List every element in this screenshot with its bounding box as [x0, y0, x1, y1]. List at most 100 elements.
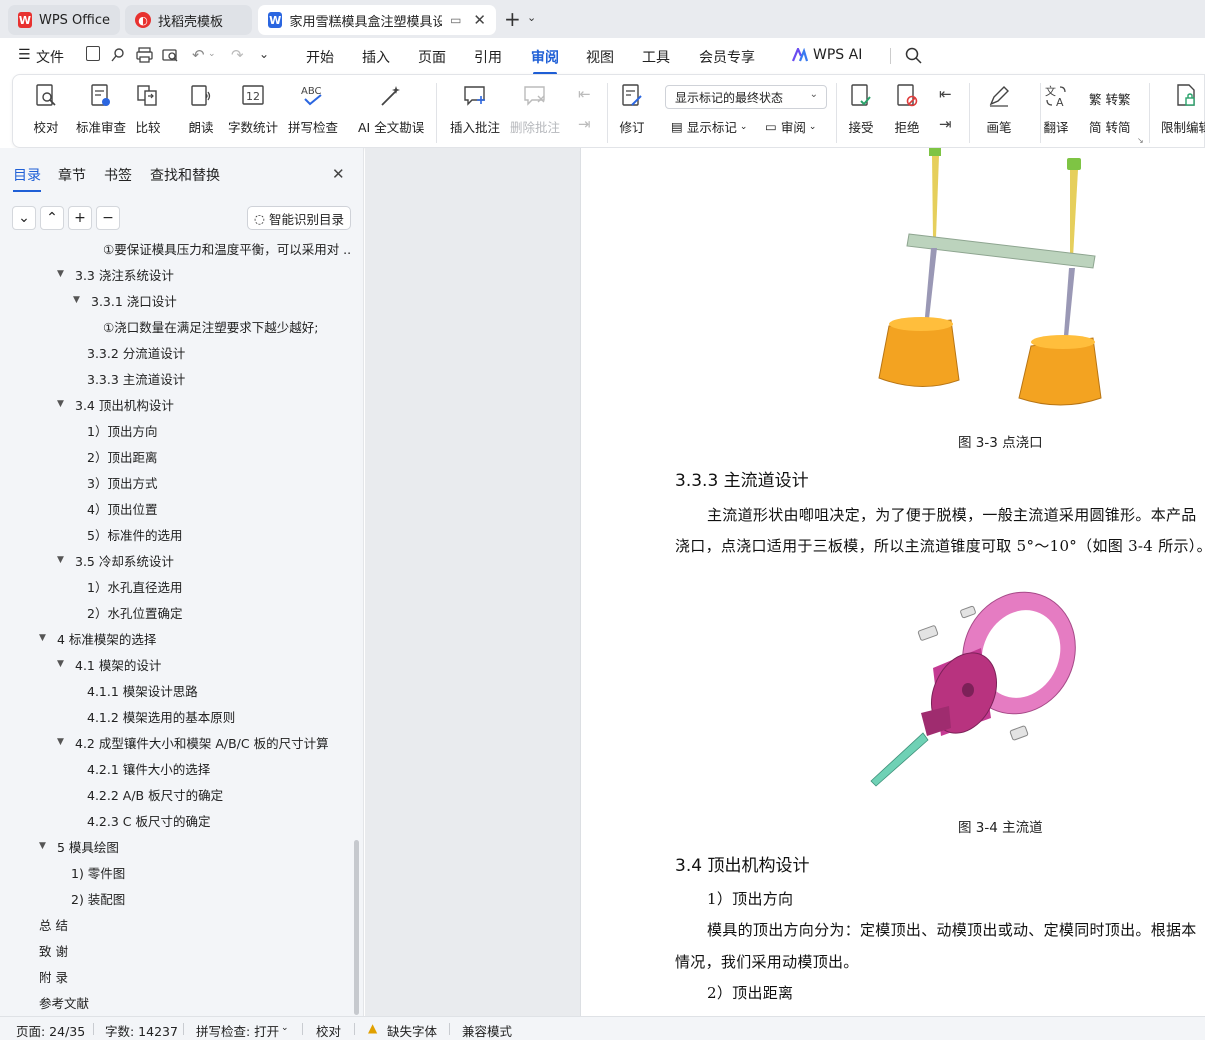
proofread-button[interactable]: 校对	[33, 83, 59, 136]
to-traditional-button[interactable]: 繁 转繁	[1089, 89, 1131, 108]
collapse-triangle-icon[interactable]: ▼	[57, 399, 67, 409]
toc-item[interactable]: 2) 装配图	[71, 885, 125, 911]
next-change-icon[interactable]: ⇥	[939, 115, 952, 133]
monitor-icon[interactable]: ▭	[450, 13, 461, 27]
nav-tab-bookmark[interactable]: 书签	[104, 165, 132, 185]
word-count-button[interactable]: 12 字数统计	[228, 83, 278, 136]
toc-item[interactable]: 总 结	[39, 911, 68, 937]
new-tab-icon[interactable]: +	[504, 7, 521, 31]
save-icon[interactable]	[86, 46, 100, 61]
smart-toc-button[interactable]: ◌ 智能识别目录	[247, 206, 351, 230]
prev-change-icon[interactable]: ⇤	[939, 85, 952, 103]
pen-button[interactable]: 画笔	[986, 83, 1012, 136]
revise-button[interactable]: 修订	[619, 83, 645, 136]
nav-tab-chapter[interactable]: 章节	[58, 165, 86, 185]
spell-check-button[interactable]: ABC 拼写检查	[288, 83, 338, 136]
proofread-status[interactable]: 校对	[316, 1021, 341, 1040]
toc-item[interactable]: 1) 零件图	[71, 859, 125, 885]
ai-proof-button[interactable]: AI 全文勘误	[358, 83, 424, 136]
accept-button[interactable]: 接受	[848, 83, 874, 136]
page-indicator[interactable]: 页面: 24/35	[16, 1021, 85, 1040]
search-icon[interactable]	[905, 47, 922, 64]
toc-item[interactable]: 4.2.2 A/B 板尺寸的确定	[87, 781, 223, 807]
toc-item[interactable]: 4.2.1 镶件大小的选择	[87, 755, 210, 781]
toc-item[interactable]: ①要保证模具压力和温度平衡，可以采用对 ...	[103, 236, 350, 261]
nav-tab-find-replace[interactable]: 查找和替换	[150, 165, 220, 185]
toc-item[interactable]: 5）标准件的选用	[87, 521, 182, 547]
toc-item[interactable]: 3.3.3 主流道设计	[87, 365, 185, 391]
chevron-down-icon[interactable]: ⌄	[281, 1023, 289, 1033]
read-aloud-button[interactable]: 朗读	[188, 83, 214, 136]
toc-item[interactable]: ▼ 4 标准模架的选择	[39, 625, 156, 651]
toc-item[interactable]: ▼ 4.1 模架的设计	[57, 651, 161, 677]
hamburger-icon[interactable]: ☰	[18, 47, 31, 63]
show-markup-button[interactable]: ▤ 显示标记 ⌄	[671, 117, 747, 136]
toc-item[interactable]: 4.1.2 模架选用的基本原则	[87, 703, 235, 729]
to-simplified-button[interactable]: 简 转简	[1089, 117, 1131, 136]
markup-state-select[interactable]: 显示标记的最终状态 ⌄	[665, 85, 827, 109]
collapse-triangle-icon[interactable]: ▼	[57, 659, 67, 669]
toc-item[interactable]: 3.3.2 分流道设计	[87, 339, 185, 365]
collapse-up-button[interactable]: ⌃	[40, 206, 64, 230]
insert-comment-button[interactable]: 插入批注	[450, 83, 500, 136]
menu-view[interactable]: 视图	[586, 47, 614, 67]
close-tab-icon[interactable]: ✕	[473, 11, 486, 29]
collapse-triangle-icon[interactable]: ▼	[73, 295, 83, 305]
tab-list-chevron-icon[interactable]: ⌄	[527, 11, 536, 24]
tab-document[interactable]: W 家用雪糕模具盒注塑模具设计 ▭ ✕	[258, 5, 496, 35]
toc-scrollbar[interactable]	[354, 840, 359, 1015]
toc-item[interactable]: 1）水孔直径选用	[87, 573, 182, 599]
menu-insert[interactable]: 插入	[362, 47, 390, 67]
restrict-edit-button[interactable]: 限制编辑	[1161, 83, 1205, 136]
reject-button[interactable]: 拒绝	[894, 83, 920, 136]
undo-dropdown-icon[interactable]: ⌄	[208, 49, 216, 59]
next-comment-icon[interactable]: ⇥	[578, 115, 591, 133]
menu-reference[interactable]: 引用	[474, 47, 502, 67]
collapse-triangle-icon[interactable]: ▼	[39, 633, 49, 643]
word-count-indicator[interactable]: 字数: 14237	[105, 1021, 178, 1040]
tab-wps-office[interactable]: W WPS Office	[8, 5, 120, 35]
spell-check-status[interactable]: 拼写检查: 打开	[196, 1021, 279, 1040]
standard-review-button[interactable]: 标准审查	[76, 83, 126, 136]
prev-comment-icon[interactable]: ⇤	[578, 85, 591, 103]
collapse-triangle-icon[interactable]: ▼	[57, 555, 67, 565]
toc-item[interactable]: 参考文献	[39, 989, 89, 1015]
toc-item[interactable]: 4）顶出位置	[87, 495, 157, 521]
menu-tools[interactable]: 工具	[642, 47, 670, 67]
toc-item[interactable]: ▼ 5 模具绘图	[39, 833, 119, 859]
compare-button[interactable]: 比较	[135, 83, 161, 136]
toc-item[interactable]: 附 录	[39, 963, 68, 989]
toc-item[interactable]: ▼ 3.4 顶出机构设计	[57, 391, 174, 417]
remove-heading-button[interactable]: −	[96, 206, 120, 230]
tab-docer-templates[interactable]: ◐ 找稻壳模板	[125, 5, 252, 35]
toc-item[interactable]: 2）顶出距离	[87, 443, 157, 469]
dialog-launcher-icon[interactable]: ↘	[1137, 136, 1144, 145]
review-pane-button[interactable]: ▭ 审阅 ⌄	[765, 117, 816, 136]
menu-file[interactable]: 文件	[36, 47, 64, 67]
undo-icon[interactable]: ↶	[192, 46, 205, 64]
expand-down-button[interactable]: ⌄	[12, 206, 36, 230]
toc-item[interactable]: 2）水孔位置确定	[87, 599, 182, 625]
menu-review[interactable]: 审阅	[531, 47, 559, 75]
nav-tab-toc[interactable]: 目录	[13, 165, 41, 192]
more-quick-icon[interactable]: ⌄	[259, 47, 269, 61]
translate-button[interactable]: 文A 翻译	[1043, 83, 1069, 136]
toc-item[interactable]: 4.1.1 模架设计思路	[87, 677, 198, 703]
document-page[interactable]: 图 3-3 点浇口 3.3.3 主流道设计 主流道形状由喞咀决定，为了便于脱模，…	[580, 148, 1205, 1016]
toc-item[interactable]: 致 谢	[39, 937, 68, 963]
delete-comment-button[interactable]: 删除批注	[510, 83, 560, 136]
menu-start[interactable]: 开始	[306, 47, 334, 67]
print-icon[interactable]	[136, 47, 153, 63]
toc-item[interactable]: 1）顶出方向	[87, 417, 157, 443]
menu-page[interactable]: 页面	[418, 47, 446, 67]
toc-item[interactable]: ▼ 3.3 浇注系统设计	[57, 261, 174, 287]
toc-item[interactable]: 4.2.3 C 板尺寸的确定	[87, 807, 210, 833]
share-icon[interactable]	[110, 47, 126, 63]
missing-font-status[interactable]: 缺失字体	[387, 1021, 437, 1040]
menu-member[interactable]: 会员专享	[699, 47, 755, 67]
menu-wps-ai[interactable]: WPS AI	[813, 47, 862, 63]
redo-icon[interactable]: ↷	[231, 46, 244, 64]
toc-item[interactable]: ▼ 3.3.1 浇口设计	[73, 287, 177, 313]
toc-item[interactable]: ▼ 3.5 冷却系统设计	[57, 547, 174, 573]
close-pane-icon[interactable]: ✕	[332, 165, 345, 183]
